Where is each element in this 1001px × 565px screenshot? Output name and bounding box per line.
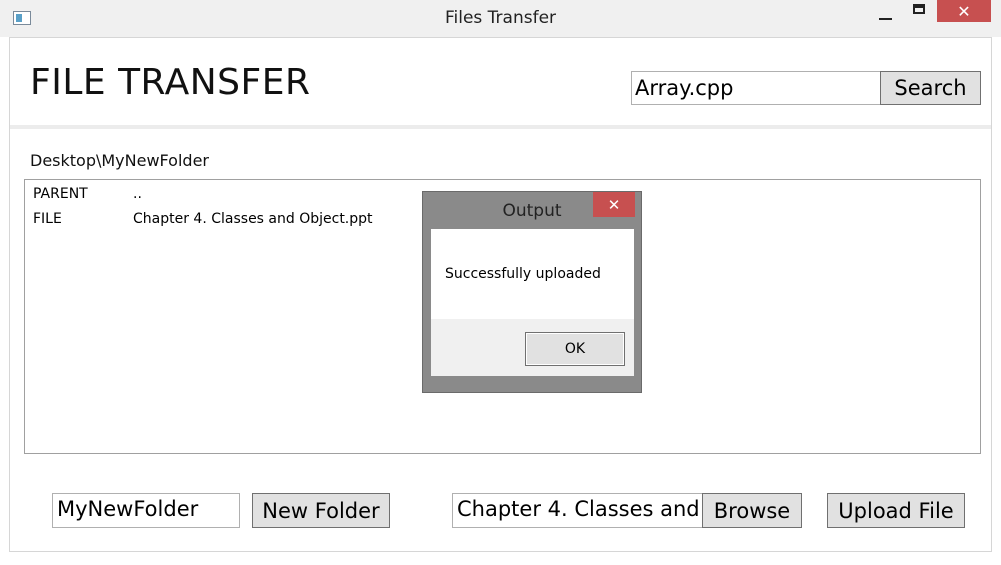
page-title: FILE TRANSFER xyxy=(30,62,311,103)
minimize-button[interactable] xyxy=(868,0,902,28)
divider xyxy=(10,125,991,129)
item-name: Chapter 4. Classes and Object.ppt xyxy=(133,211,373,227)
current-path: Desktop\MyNewFolder xyxy=(30,151,209,170)
title-bar: Files Transfer ✕ xyxy=(0,0,1001,37)
minimize-icon xyxy=(878,18,892,20)
maximize-icon xyxy=(913,4,925,14)
folder-name-input[interactable]: MyNewFolder xyxy=(52,493,240,528)
output-dialog: Output ✕ Successfully uploaded OK xyxy=(422,191,642,393)
file-path-input[interactable]: Chapter 4. Classes and Object.ppt xyxy=(452,493,704,528)
upload-file-button[interactable]: Upload File xyxy=(827,493,965,528)
item-name: .. xyxy=(133,186,142,202)
maximize-button[interactable] xyxy=(902,0,936,28)
search-input[interactable] xyxy=(631,71,881,105)
ok-button[interactable]: OK xyxy=(525,332,625,366)
browse-button[interactable]: Browse xyxy=(702,493,802,528)
dialog-close-button[interactable]: ✕ xyxy=(593,192,635,217)
close-button[interactable]: ✕ xyxy=(937,0,991,22)
dialog-body: Successfully uploaded xyxy=(431,229,634,319)
search-button[interactable]: Search xyxy=(880,71,981,105)
item-type: FILE xyxy=(33,211,62,227)
item-type: PARENT xyxy=(33,186,88,202)
close-icon: ✕ xyxy=(607,195,621,214)
dialog-message: Successfully uploaded xyxy=(445,266,601,282)
new-folder-button[interactable]: New Folder xyxy=(252,493,390,528)
window-title: Files Transfer xyxy=(444,8,557,28)
close-icon: ✕ xyxy=(957,1,971,21)
dialog-footer: OK xyxy=(431,319,634,376)
